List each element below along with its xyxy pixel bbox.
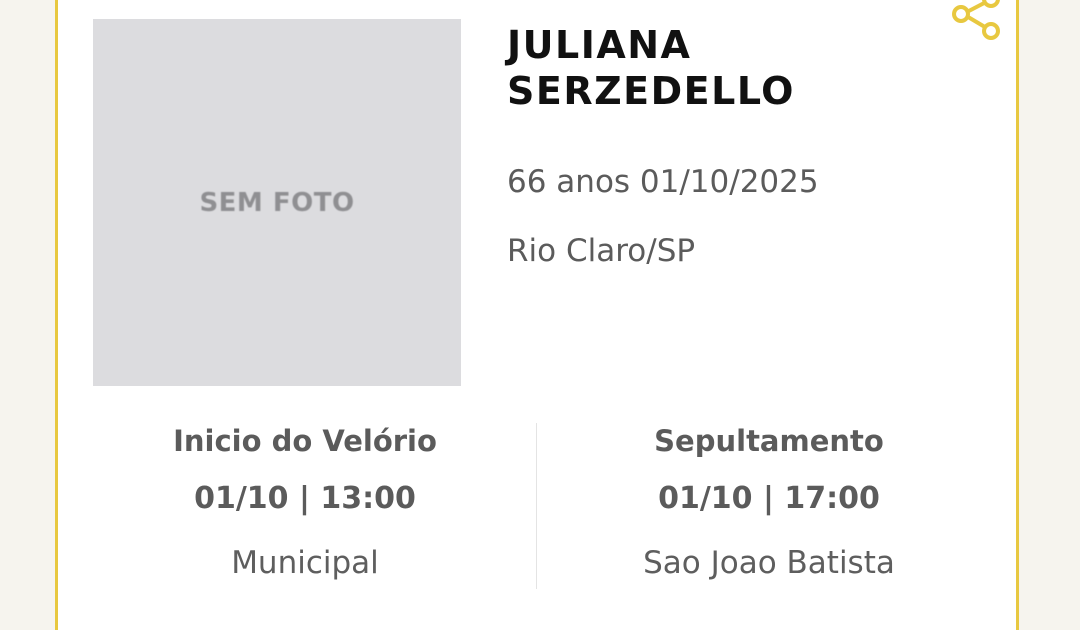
person-name-last: SERZEDELLO (507, 69, 795, 113)
person-name: JULIANA SERZEDELLO (507, 22, 947, 114)
wake-info: Inicio do Velório 01/10 | 13:00 Municipa… (95, 418, 515, 583)
photo-placeholder-label: SEM FOTO (199, 187, 355, 218)
wake-datetime: 01/10 | 13:00 (194, 481, 416, 516)
photo-placeholder: SEM FOTO (93, 19, 461, 386)
wake-place: Municipal (231, 545, 379, 581)
burial-place: Sao Joao Batista (643, 545, 895, 581)
burial-title: Sepultamento (654, 424, 884, 458)
wake-title: Inicio do Velório (173, 424, 437, 458)
share-button[interactable] (948, 0, 1008, 44)
share-icon (952, 0, 1000, 40)
burial-info: Sepultamento 01/10 | 17:00 Sao Joao Bati… (559, 418, 979, 583)
age-and-death-date: 66 anos 01/10/2025 (507, 164, 819, 200)
column-divider (536, 423, 537, 589)
person-name-first: JULIANA (507, 23, 692, 67)
city-state: Rio Claro/SP (507, 233, 696, 269)
burial-datetime: 01/10 | 17:00 (658, 481, 880, 516)
